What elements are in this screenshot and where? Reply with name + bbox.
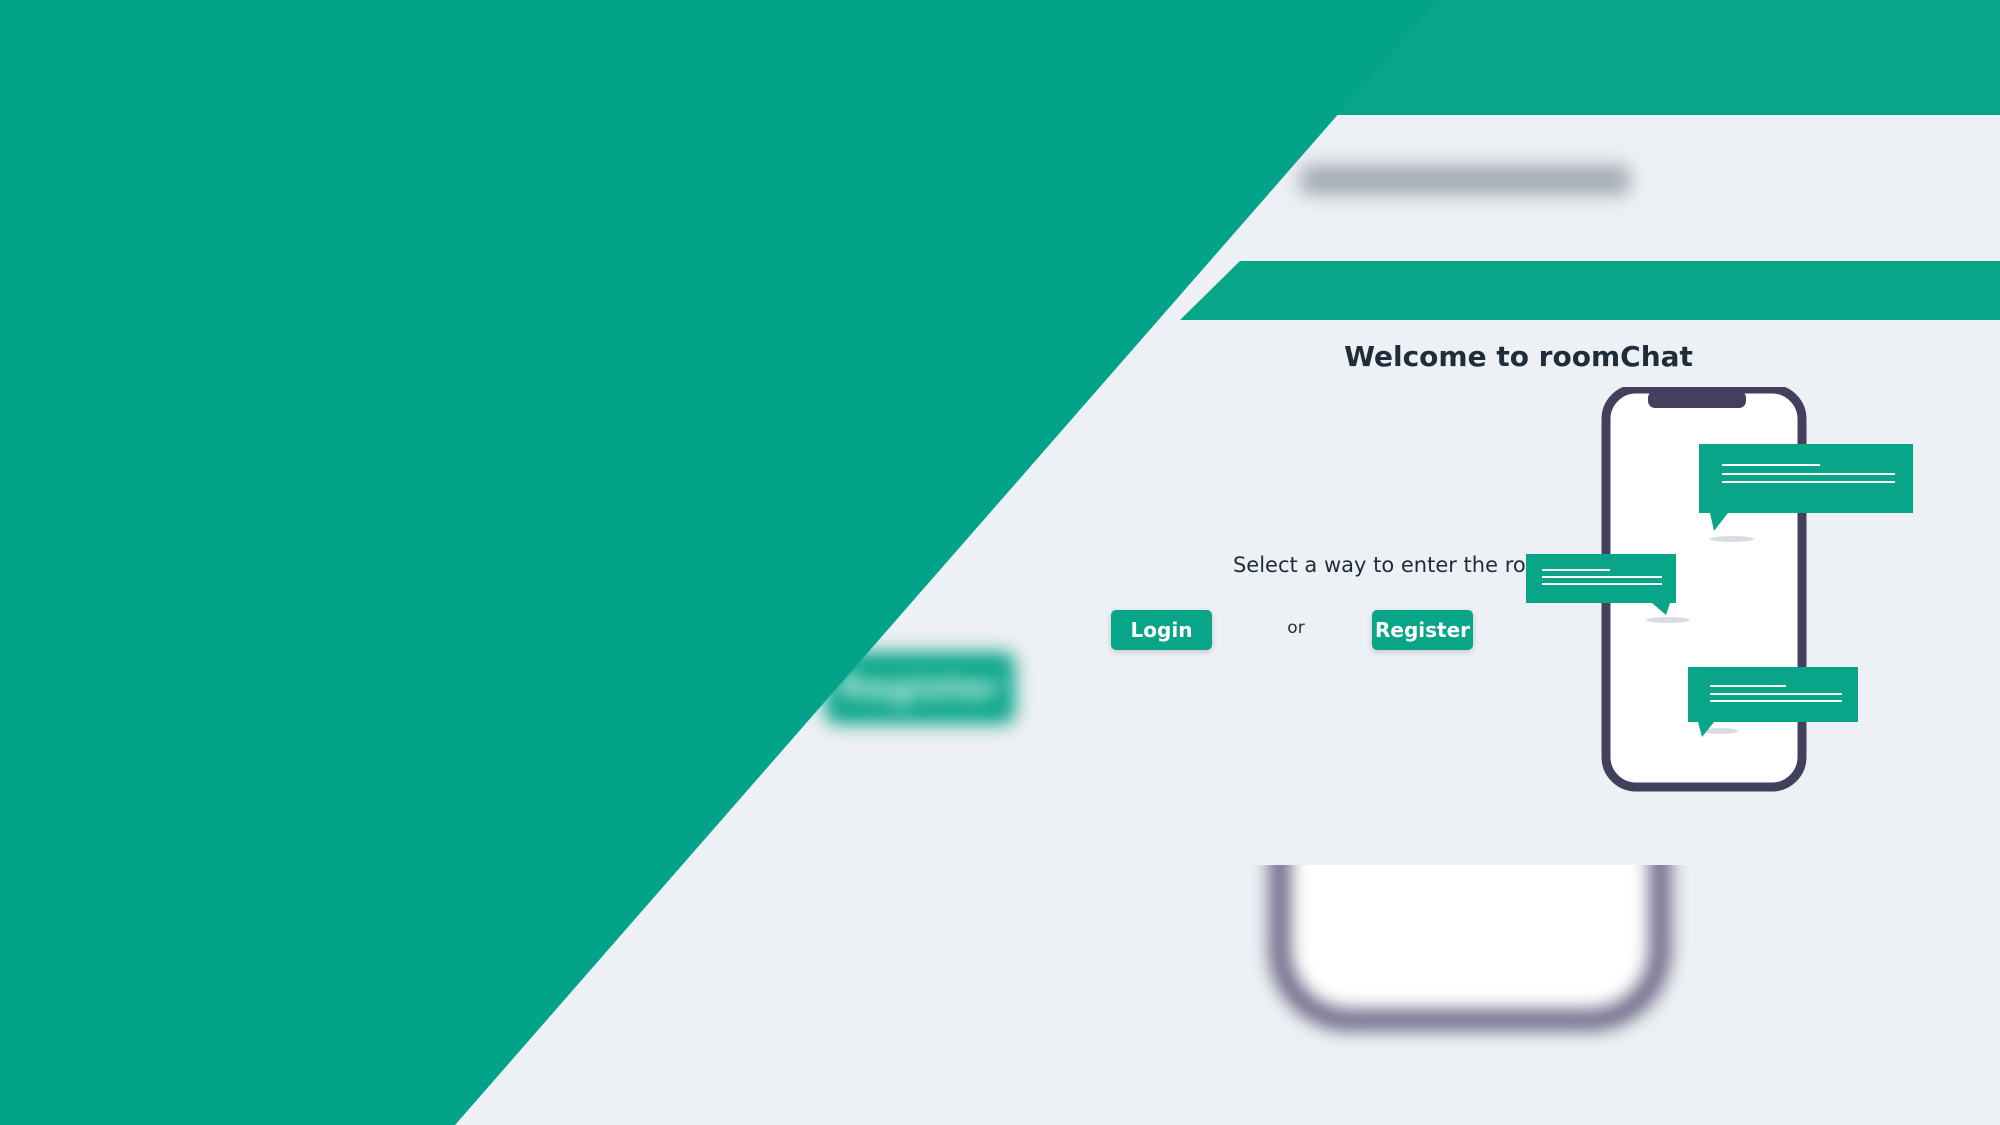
- or-separator: or: [1287, 618, 1305, 638]
- register-button[interactable]: Register: [1372, 610, 1473, 650]
- page-root: Register Welcome to roomChat Select a wa…: [0, 0, 2000, 1125]
- page-title: Welcome to roomChat: [1344, 340, 1693, 373]
- blurred-register-ghost: Register: [825, 652, 1015, 724]
- phone-chat-illustration: [1526, 387, 1913, 792]
- top-band: [0, 0, 2000, 115]
- blurred-title-ghost: [1300, 165, 1630, 195]
- phone-notch: [1648, 391, 1746, 408]
- login-button[interactable]: Login: [1111, 610, 1212, 650]
- middle-band: [1180, 261, 2000, 320]
- welcome-panel: Welcome to roomChat Select a way to ente…: [1100, 320, 2000, 865]
